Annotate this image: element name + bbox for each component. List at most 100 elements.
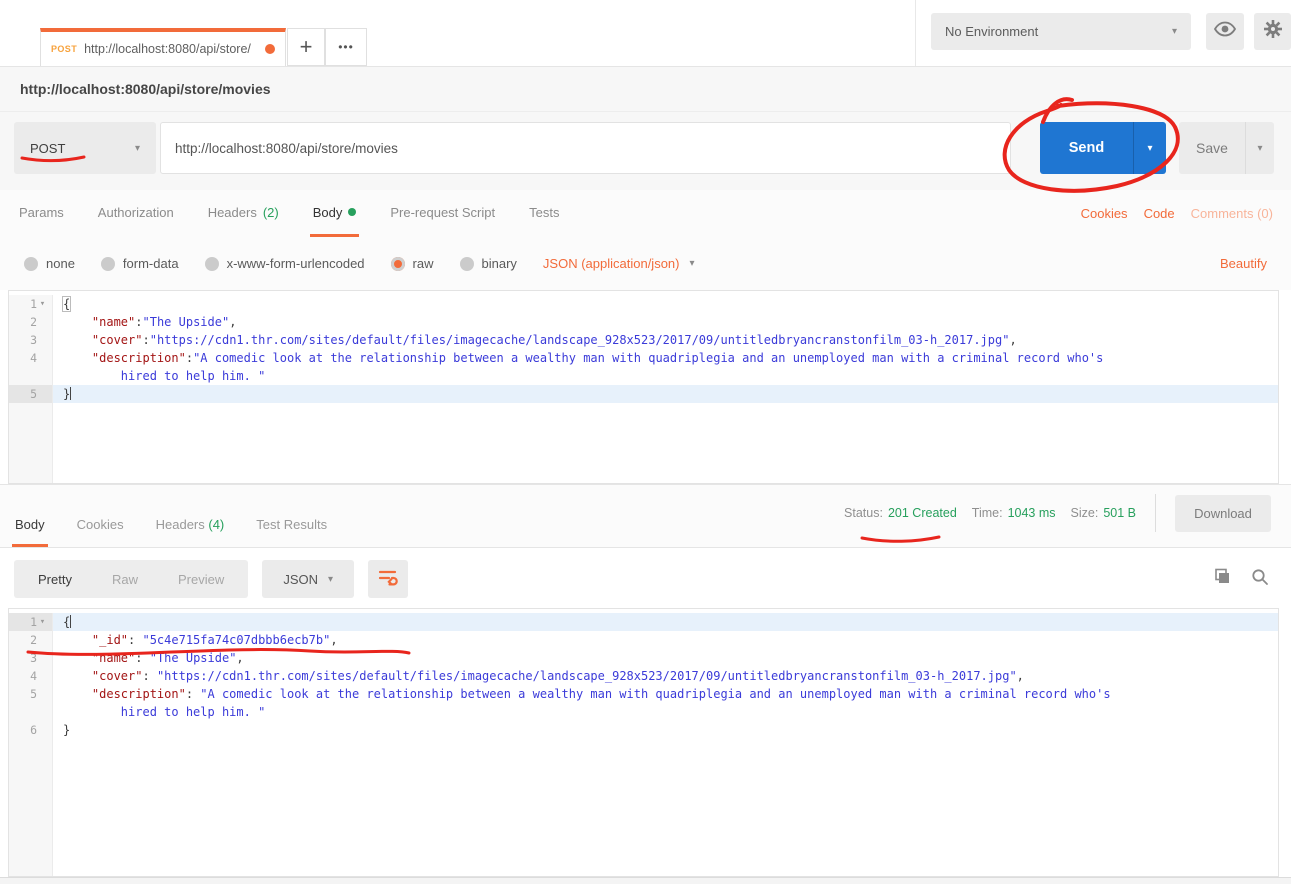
code-line-row[interactable]: 2 "_id": "5c4e715fa74c07dbbb6ecb7b", [9,631,1278,649]
time-value: 1043 ms [1008,506,1056,520]
code-link[interactable]: Code [1144,206,1175,221]
code-line-row[interactable]: 3 "cover":"https://cdn1.thr.com/sites/de… [9,331,1278,349]
content-type-select[interactable]: JSON (application/json) ▾ [543,256,695,271]
chevron-down-icon: ▾ [1172,26,1177,37]
url-input[interactable]: http://localhost:8080/api/store/movies [160,122,1011,174]
wrap-text-icon [378,568,398,591]
mode-x-www-form-urlencoded[interactable]: x-www-form-urlencoded [205,256,365,271]
response-view-switch: Pretty Raw Preview [14,560,248,598]
chevron-down-icon: ▾ [135,143,140,154]
copy-icon[interactable] [1213,568,1231,591]
response-body-editor[interactable]: 1▾{2 "_id": "5c4e715fa74c07dbbb6ecb7b",3… [8,608,1279,877]
mode-raw[interactable]: raw [391,256,434,271]
code-line-row[interactable]: hired to help him. " [9,703,1278,721]
url-value: http://localhost:8080/api/store/movies [175,141,398,156]
save-button[interactable]: Save ▾ [1179,122,1274,174]
code-line-row[interactable]: hired to help him. " [9,367,1278,385]
line-number-gutter: 2 [9,631,53,649]
view-preview[interactable]: Preview [158,572,244,587]
size-label: Size: [1071,506,1099,520]
code-line-row[interactable]: 3 "name": "The Upside", [9,649,1278,667]
line-number-gutter: 3 [9,331,53,349]
response-format-select[interactable]: JSON ▾ [262,560,354,598]
view-pretty[interactable]: Pretty [18,572,92,587]
mode-binary[interactable]: binary [460,256,517,271]
response-status-group: Status:201 Created Time:1043 ms Size:501… [844,493,1271,533]
tab-pre-request-script[interactable]: Pre-request Script [387,190,498,237]
response-tab-body[interactable]: Body [12,504,48,547]
request-builder: POST ▾ http://localhost:8080/api/store/m… [0,112,1291,190]
tab-tests[interactable]: Tests [526,190,562,237]
response-tools [1213,568,1291,591]
line-number-gutter [9,367,53,385]
radio-icon [460,257,474,271]
line-number-gutter: 1▾ [9,295,53,313]
request-title-row: http://localhost:8080/api/store/movies [0,66,1291,112]
cookies-link[interactable]: Cookies [1081,206,1128,221]
beautify-link[interactable]: Beautify [1220,256,1267,271]
eye-icon [1214,21,1236,42]
tab-headers[interactable]: Headers(2) [205,190,282,237]
code-line-row[interactable]: 4 "cover": "https://cdn1.thr.com/sites/d… [9,667,1278,685]
gear-icon [1262,18,1284,45]
send-label: Send [1040,122,1133,174]
line-number-gutter: 6 [9,721,53,739]
radio-icon [205,257,219,271]
request-links: Cookies Code Comments (0) [1081,190,1291,237]
code-line-row[interactable]: 6} [9,721,1278,739]
line-number-gutter: 4 [9,667,53,685]
settings-button[interactable] [1254,13,1291,50]
code-line-row[interactable]: 1▾{ [9,613,1278,631]
code-fold-icon[interactable]: ▾ [37,613,48,631]
tab-method-badge: POST [51,44,77,54]
download-button[interactable]: Download [1175,495,1271,532]
new-tab-button[interactable]: + [287,28,325,66]
divider [1155,494,1156,532]
code-line-row[interactable]: 4 "description":"A comedic look at the r… [9,349,1278,367]
code-line-row[interactable]: 1▾{ [9,295,1278,313]
line-number-gutter: 1▾ [9,613,53,631]
response-tab-headers[interactable]: Headers (4) [153,504,228,547]
time-label: Time: [972,506,1003,520]
line-number-gutter: 3 [9,649,53,667]
mode-form-data[interactable]: form-data [101,256,179,271]
mode-none[interactable]: none [24,256,75,271]
send-button[interactable]: Send ▾ [1040,122,1166,174]
code-line-row[interactable]: 5} [9,385,1278,403]
tab-params[interactable]: Params [16,190,67,237]
response-tab-cookies[interactable]: Cookies [74,504,127,547]
tab-url-label: http://localhost:8080/api/store/ [84,42,251,56]
headers-count-badge: (2) [263,205,279,220]
search-icon[interactable] [1251,568,1269,591]
tab-body[interactable]: Body [310,190,360,237]
request-body-editor[interactable]: 1▾{2 "name":"The Upside",3 "cover":"http… [8,290,1279,484]
view-raw[interactable]: Raw [92,572,158,587]
comments-link[interactable]: Comments (0) [1191,206,1273,221]
line-number-gutter: 2 [9,313,53,331]
tab-authorization[interactable]: Authorization [95,190,177,237]
code-line-row[interactable]: 2 "name":"The Upside", [9,313,1278,331]
response-tab-test-results[interactable]: Test Results [253,504,330,547]
body-mode-bar: none form-data x-www-form-urlencoded raw… [0,237,1291,290]
save-options-button[interactable]: ▾ [1245,122,1274,174]
line-number-gutter: 5 [9,385,53,403]
environment-select[interactable]: No Environment ▾ [931,13,1191,50]
code-line-row[interactable]: 5 "description": "A comedic look at the … [9,685,1278,703]
status-bar [0,877,1291,884]
chevron-down-icon: ▾ [328,574,333,585]
size-value: 501 B [1103,506,1136,520]
header-bar: POST http://localhost:8080/api/store/ + … [0,0,1291,66]
line-number-gutter [9,703,53,721]
method-select[interactable]: POST ▾ [14,122,156,174]
body-content-dot [348,208,356,216]
text-cursor [70,615,71,628]
postman-app: POST http://localhost:8080/api/store/ + … [0,0,1291,884]
tab-options-button[interactable]: ••• [325,28,367,66]
wrap-text-button[interactable] [368,560,408,598]
unsaved-changes-dot [265,44,275,54]
code-fold-icon[interactable]: ▾ [37,295,48,313]
request-tab[interactable]: POST http://localhost:8080/api/store/ [40,28,286,66]
environment-quick-look-button[interactable] [1206,13,1244,50]
send-options-button[interactable]: ▾ [1133,122,1166,174]
response-tabs: Body Cookies Headers (4) Test Results [12,504,330,547]
